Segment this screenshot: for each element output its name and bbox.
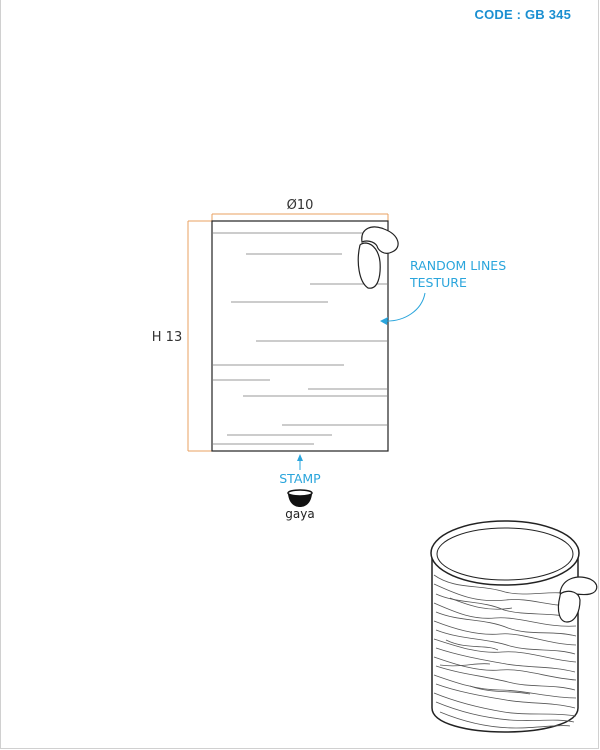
diameter-dimension: [211, 213, 389, 221]
texture-note-line2: TESTURE: [409, 275, 467, 290]
texture-note-line1: RANDOM LINES: [410, 258, 506, 273]
texture-arrow: [383, 292, 426, 322]
handle-elevation: [357, 226, 399, 289]
container-perspective: [430, 520, 598, 733]
height-label: H 13: [152, 330, 182, 345]
stamp-label: STAMP: [279, 471, 321, 486]
stamp-arrowhead: [297, 454, 303, 461]
height-dimension: [187, 220, 212, 452]
technical-drawing: Ø10 H 13 RANDOM LINES TESTURE STAMP gaya: [152, 198, 598, 733]
gaya-brand-text: gaya: [285, 507, 314, 521]
diameter-label: Ø10: [287, 198, 314, 213]
gaya-logo: [287, 489, 313, 507]
